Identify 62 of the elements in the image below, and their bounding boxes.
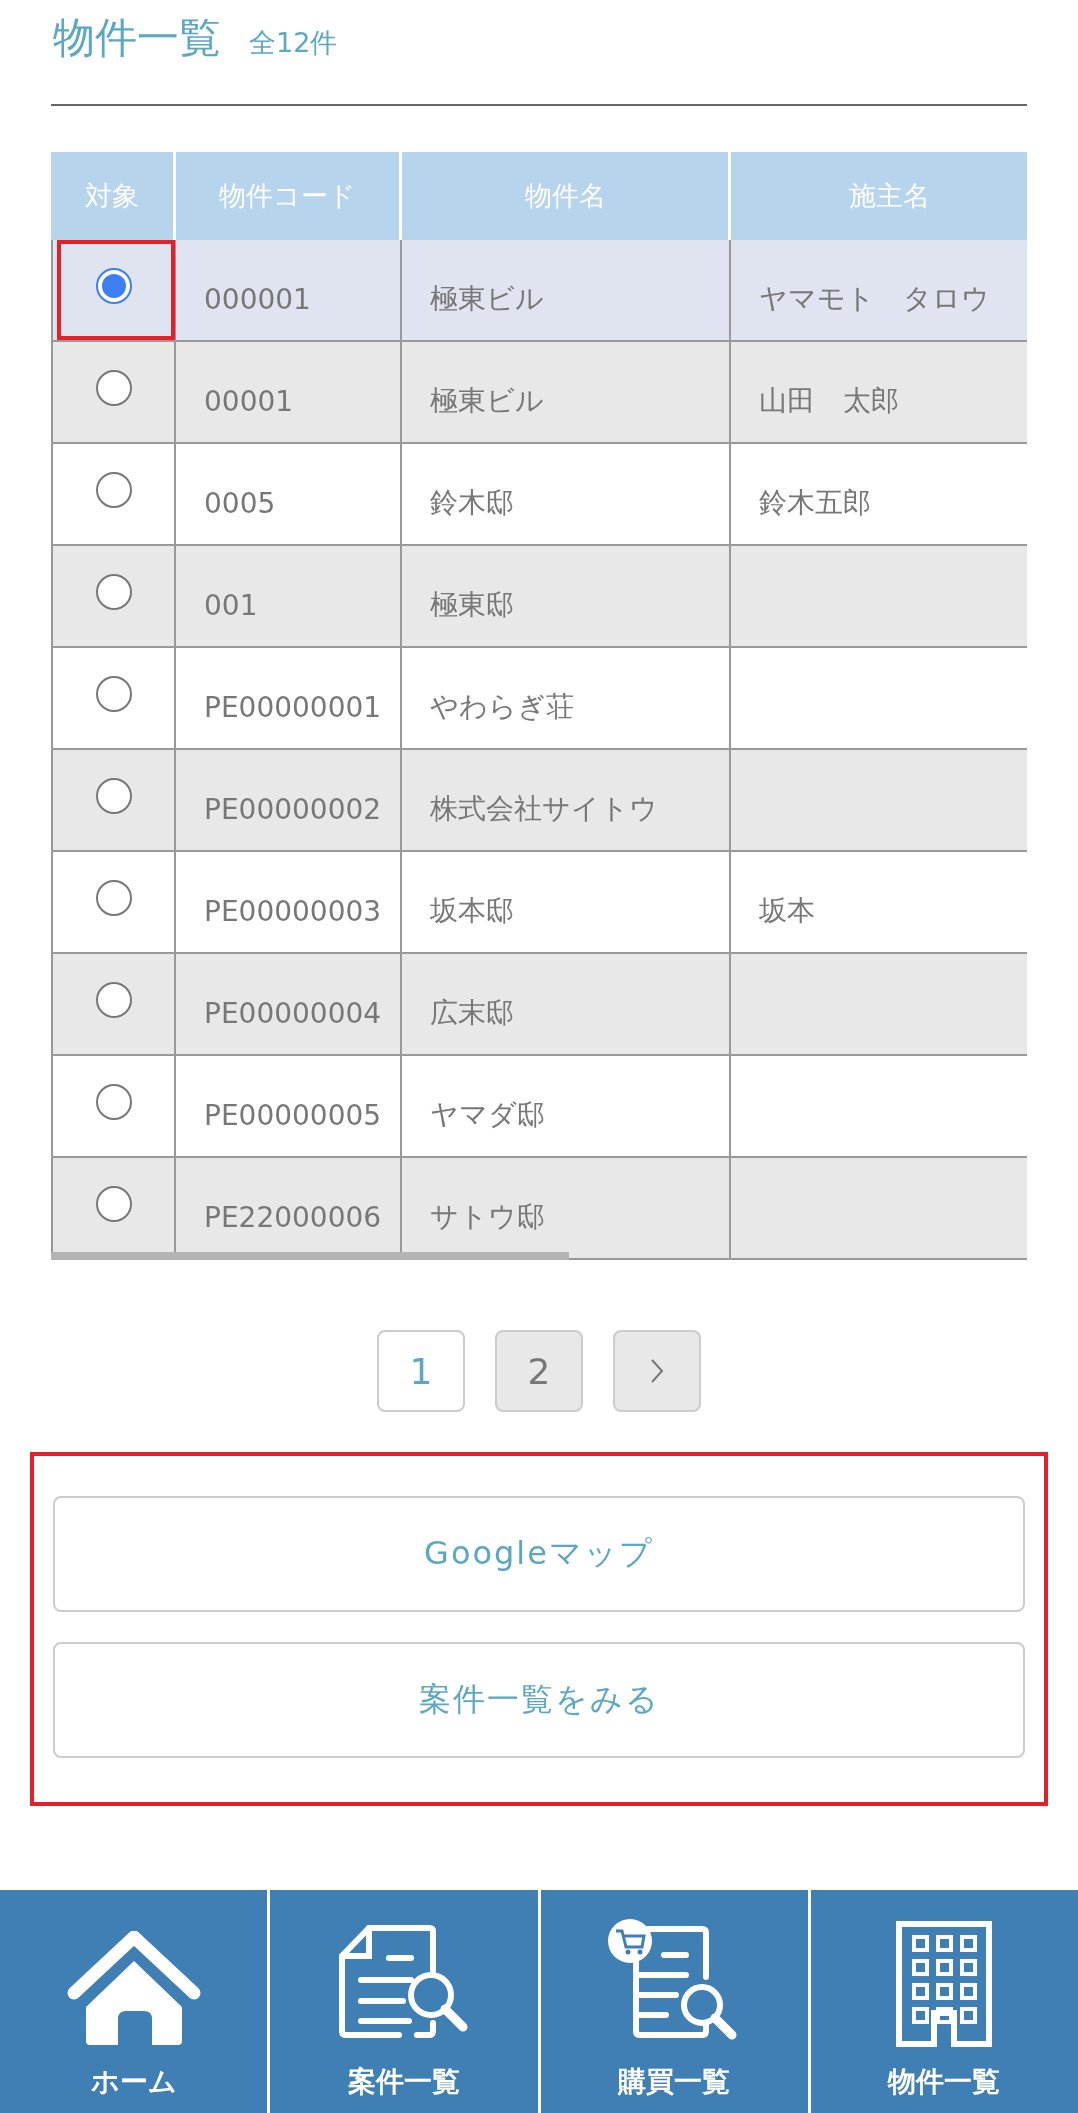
column-header: 物件コード [176,152,402,240]
radio-button[interactable] [95,982,132,1018]
table-row[interactable]: 000001 極東ビル ヤマモト タロウ [51,240,1027,342]
table-cell: 0005 [204,486,276,520]
table-cell-text: ヤマモト タロウ [759,281,990,317]
table-row[interactable]: PE00000005 ヤマダ邸 [51,1056,1027,1158]
column-header: 対象 [51,152,176,240]
radio-button[interactable] [95,778,132,814]
table-cell-text: 山田 太郎 [759,383,899,419]
column-header: 施主名 [731,152,1027,240]
table-cell-text: 極東ビル [430,383,544,419]
table-cell-text: 鈴木邸 [430,485,514,521]
radio-button[interactable] [95,472,132,508]
table-cell-text: ヤマダ邸 [430,1097,545,1133]
table-row[interactable]: PE00000002 株式会社サイトウ [51,750,1027,852]
table-cell-text: 坂本 [759,893,815,929]
radio-button[interactable] [95,574,132,610]
table-cell: PE00000004 [204,996,382,1030]
page-button[interactable]: 2 [495,1330,583,1412]
radio-button[interactable] [95,370,132,406]
table-row[interactable]: PE00000001 やわらぎ荘 [51,648,1027,750]
table-row[interactable]: 00001 極東ビル 山田 太郎 [51,342,1027,444]
building-icon [896,1921,993,2047]
item-count: 全12件 [249,26,338,60]
table-row[interactable]: PE22000006 サトウ邸 [51,1158,1027,1260]
table-cell-text: サトウ邸 [430,1199,545,1235]
table-cell-text: 極東邸 [430,587,514,623]
table-cell: PE00000003 [204,894,382,928]
table-cell: 00001 [204,384,294,418]
table-cell-text: 極東ビル [430,281,544,317]
table-cell: PE22000006 [204,1200,382,1234]
nav-tab[interactable]: 物件一覧 [810,1890,1078,2113]
table-row[interactable]: PE00000003 坂本邸 坂本 [51,852,1027,954]
action-button[interactable]: 案件一覧をみる [53,1642,1025,1758]
table-row[interactable]: PE00000004 広末邸 [51,954,1027,1056]
table-cell: PE00000005 [204,1098,382,1132]
radio-button[interactable] [95,1186,132,1222]
page-title: 物件一覧 [53,12,221,64]
table-cell: 001 [204,588,258,622]
nav-tab[interactable]: 案件一覧 [270,1890,538,2113]
action-button[interactable]: Googleマップ [53,1496,1025,1612]
nav-tab[interactable]: 購買一覧 [540,1890,808,2113]
page-button[interactable]: 1 [377,1330,465,1412]
column-header: 物件名 [402,152,731,240]
table-cell-text: 株式会社サイトウ [430,791,658,827]
scrollbar[interactable] [51,1252,569,1260]
radio-button[interactable] [95,676,132,712]
radio-button[interactable] [95,1084,132,1120]
home-icon [65,1931,202,2047]
chevron-right-icon [650,1358,664,1384]
table-cell-text: 広末邸 [430,995,514,1031]
radio-button[interactable] [95,880,132,916]
table-row[interactable]: 001 極東邸 [51,546,1027,648]
table-cell: PE00000002 [204,792,382,826]
table-cell-text: 鈴木五郎 [759,485,871,521]
radio-button[interactable] [95,268,132,304]
table-cell-text: 坂本邸 [430,893,514,929]
nav-tab[interactable]: ホーム [0,1890,268,2113]
table-row[interactable]: 0005 鈴木邸 鈴木五郎 [51,444,1027,546]
table-cell: PE00000001 [204,690,382,724]
table-cell-text: やわらぎ荘 [430,689,574,725]
table-cell: 000001 [204,282,311,316]
